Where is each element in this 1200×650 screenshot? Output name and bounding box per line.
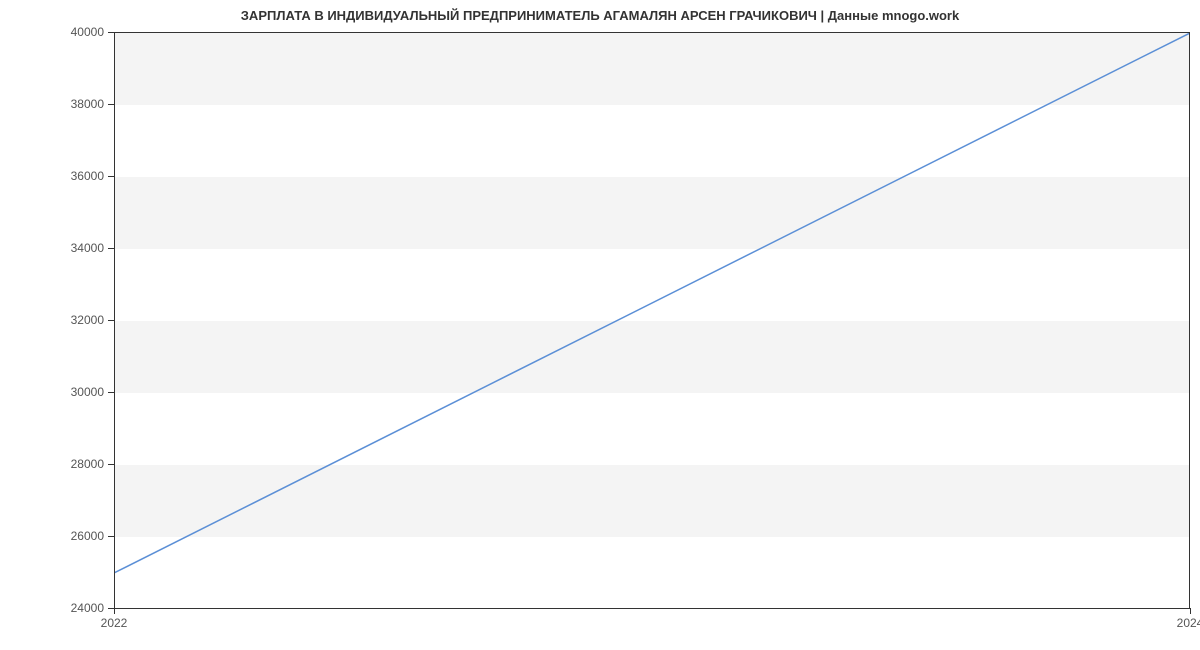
y-tick [108, 176, 114, 177]
x-tick-label: 2024 [1177, 616, 1200, 630]
y-tick-label: 38000 [0, 97, 104, 111]
x-tick [1190, 608, 1191, 614]
y-tick-label: 26000 [0, 529, 104, 543]
y-tick [108, 464, 114, 465]
y-tick [108, 320, 114, 321]
y-tick [108, 32, 114, 33]
y-tick [108, 248, 114, 249]
y-tick [108, 536, 114, 537]
chart-title: ЗАРПЛАТА В ИНДИВИДУАЛЬНЫЙ ПРЕДПРИНИМАТЕЛ… [0, 8, 1200, 23]
chart-container: ЗАРПЛАТА В ИНДИВИДУАЛЬНЫЙ ПРЕДПРИНИМАТЕЛ… [0, 0, 1200, 650]
y-tick-label: 30000 [0, 385, 104, 399]
y-tick-label: 36000 [0, 169, 104, 183]
x-tick [114, 608, 115, 614]
y-tick [108, 104, 114, 105]
y-tick [108, 392, 114, 393]
plot-area [114, 32, 1190, 608]
y-tick-label: 28000 [0, 457, 104, 471]
x-axis-line [114, 608, 1190, 609]
x-tick-label: 2022 [101, 616, 128, 630]
y-tick-label: 24000 [0, 601, 104, 615]
y-axis-line [114, 32, 115, 608]
y-tick-label: 34000 [0, 241, 104, 255]
series-line [114, 33, 1190, 608]
y-tick-label: 40000 [0, 25, 104, 39]
y-tick-label: 32000 [0, 313, 104, 327]
